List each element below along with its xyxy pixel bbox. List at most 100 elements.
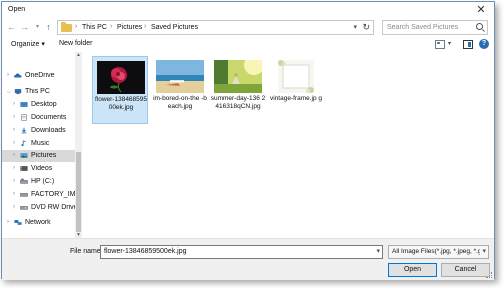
sidebar-item-onedrive[interactable]: › OneDrive — [2, 70, 75, 82]
chevron-right-icon[interactable]: › — [13, 191, 15, 197]
drive-icon — [20, 178, 28, 184]
help-icon[interactable]: ? — [479, 39, 489, 49]
open-dialog: Open ✕ ← → ▾ ↑ › This PC › Pictures › Sa… — [1, 1, 495, 280]
sidebar-item-hp-c[interactable]: › HP (C:) — [2, 176, 75, 188]
title-bar: Open ✕ — [2, 2, 494, 18]
desktop-icon — [20, 102, 28, 107]
back-arrow-icon[interactable]: ← — [6, 21, 17, 34]
sidebar-item-this-pc[interactable]: ⌵ This PC — [2, 86, 75, 98]
command-bar: Organize ▾ New folder ▾ ? — [2, 38, 494, 52]
file-type-select[interactable]: All Image Files(*.jpg, *.jpeg, *.g ▾ — [388, 245, 489, 259]
change-view-icon[interactable] — [435, 40, 445, 49]
computer-icon — [14, 89, 22, 95]
navigation-pane: › OneDrive ⌵ This PC › Desktop › Documen… — [2, 52, 82, 238]
file-item-beach[interactable]: im-bored-on-the -beach.jpg — [152, 56, 208, 124]
chevron-down-icon[interactable]: ▾ — [482, 247, 486, 255]
scroll-up-icon[interactable]: ▲ — [75, 52, 82, 58]
address-bar[interactable]: › This PC › Pictures › Saved Pictures ▾ … — [57, 20, 374, 35]
chevron-right-icon[interactable]: › — [13, 101, 15, 107]
sidebar-item-label: Music — [31, 140, 50, 147]
chevron-right-icon[interactable]: › — [7, 219, 9, 225]
up-arrow-icon[interactable]: ↑ — [43, 21, 54, 34]
sidebar-item-label: This PC — [25, 88, 50, 95]
chevron-right-icon[interactable]: › — [13, 114, 15, 120]
file-item-flower[interactable]: flower-138468595 00ek.jpg — [92, 56, 148, 124]
chevron-down-icon[interactable]: ▾ — [353, 23, 357, 31]
sidebar-item-label: FACTORY_IMAG — [31, 191, 75, 198]
chevron-right-icon[interactable]: › — [144, 23, 146, 30]
file-type-value: All Image Files(*.jpg, *.jpeg, *.g — [392, 248, 480, 255]
sidebar-item-videos[interactable]: › Videos — [2, 163, 75, 175]
chevron-right-icon[interactable]: › — [13, 204, 15, 210]
file-name: vintage-frame.jp g — [269, 95, 323, 102]
chevron-down-icon[interactable]: ▾ — [448, 40, 451, 47]
breadcrumb-this-pc[interactable]: This PC — [82, 24, 107, 31]
chevron-right-icon[interactable]: › — [13, 178, 15, 184]
file-list: flower-138468595 00ek.jpg im-bored-on-th… — [82, 52, 494, 238]
videos-icon — [20, 166, 28, 171]
sidebar-item-label: Network — [25, 219, 51, 226]
forward-arrow-icon[interactable]: → — [19, 21, 30, 34]
close-icon[interactable]: ✕ — [474, 3, 488, 17]
sidebar-item-label: Downloads — [31, 127, 66, 134]
file-name: im-bored-on-the -beach.jpg — [153, 95, 207, 110]
sidebar-item-label: OneDrive — [25, 72, 55, 79]
preview-pane-icon[interactable] — [463, 40, 473, 49]
sidebar-item-pictures[interactable]: › Pictures — [2, 150, 75, 162]
resize-grip-icon[interactable] — [486, 272, 492, 278]
chevron-down-icon[interactable]: ⌵ — [7, 89, 11, 95]
file-item-vintage-frame[interactable]: vintage-frame.jp g — [268, 56, 324, 124]
downloads-icon — [21, 127, 27, 134]
search-placeholder: Search Saved Pictures — [387, 24, 459, 31]
chevron-down-icon[interactable]: ▾ — [376, 247, 380, 255]
search-input[interactable]: Search Saved Pictures — [382, 20, 488, 35]
new-folder-button[interactable]: New folder — [59, 40, 92, 47]
sidebar-item-factory-image[interactable]: › FACTORY_IMAG — [2, 189, 75, 201]
flower-thumbnail — [97, 61, 145, 94]
dialog-title: Open — [8, 6, 26, 13]
pictures-icon — [20, 153, 28, 158]
sidebar-item-downloads[interactable]: › Downloads — [2, 125, 75, 137]
file-name-value: flower-13846859500ek.jpg — [104, 248, 187, 255]
navigation-bar: ← → ▾ ↑ › This PC › Pictures › Saved Pic… — [2, 18, 494, 38]
documents-icon — [21, 114, 27, 121]
sidebar-item-music[interactable]: › Music — [2, 138, 75, 150]
sidebar-item-desktop[interactable]: › Desktop — [2, 99, 75, 111]
sidebar-item-label: HP (C:) — [31, 178, 55, 185]
chevron-right-icon[interactable]: › — [13, 152, 15, 158]
chevron-right-icon[interactable]: › — [13, 165, 15, 171]
drive-icon — [20, 193, 28, 197]
beach-thumbnail — [156, 60, 204, 93]
chevron-right-icon[interactable]: › — [110, 23, 112, 30]
sidebar-item-dvd-drive[interactable]: › DVD RW Drive (E — [2, 202, 75, 214]
file-item-summer-day[interactable]: summer-day-136 2416318qCN.jpg — [210, 56, 266, 124]
search-icon[interactable] — [476, 23, 483, 30]
refresh-icon[interactable]: ↻ — [362, 22, 370, 33]
file-name-input[interactable]: flower-13846859500ek.jpg ▾ — [100, 245, 383, 259]
sidebar-item-label: Videos — [31, 165, 53, 172]
summer-thumbnail — [214, 60, 262, 93]
sidebar-item-documents[interactable]: › Documents — [2, 112, 75, 124]
sidebar-scrollbar[interactable]: ▲ ▼ — [75, 52, 82, 238]
sidebar-item-network[interactable]: › Network — [2, 217, 75, 229]
file-name-label: File name: — [70, 248, 103, 255]
chevron-down-icon[interactable]: ▾ — [32, 21, 43, 34]
chevron-right-icon[interactable]: › — [13, 127, 15, 133]
cancel-button[interactable]: Cancel — [441, 263, 490, 277]
scrollbar-thumb[interactable] — [76, 152, 81, 232]
sidebar-item-label: Desktop — [31, 101, 57, 108]
music-icon — [21, 140, 26, 147]
sidebar-item-label: DVD RW Drive (E — [31, 204, 75, 211]
breadcrumb-pictures[interactable]: Pictures — [117, 24, 142, 31]
frame-thumbnail — [278, 60, 314, 93]
network-icon — [14, 220, 22, 225]
file-name: flower-138468595 00ek.jpg — [94, 96, 148, 111]
chevron-right-icon[interactable]: › — [7, 72, 9, 78]
file-name: summer-day-136 2416318qCN.jpg — [210, 95, 266, 110]
chevron-right-icon[interactable]: › — [75, 23, 77, 30]
chevron-right-icon[interactable]: › — [13, 140, 15, 146]
onedrive-icon — [14, 73, 22, 78]
breadcrumb-saved-pictures[interactable]: Saved Pictures — [151, 24, 198, 31]
open-button[interactable]: Open — [388, 263, 437, 277]
organize-button[interactable]: Organize ▾ — [11, 40, 45, 48]
